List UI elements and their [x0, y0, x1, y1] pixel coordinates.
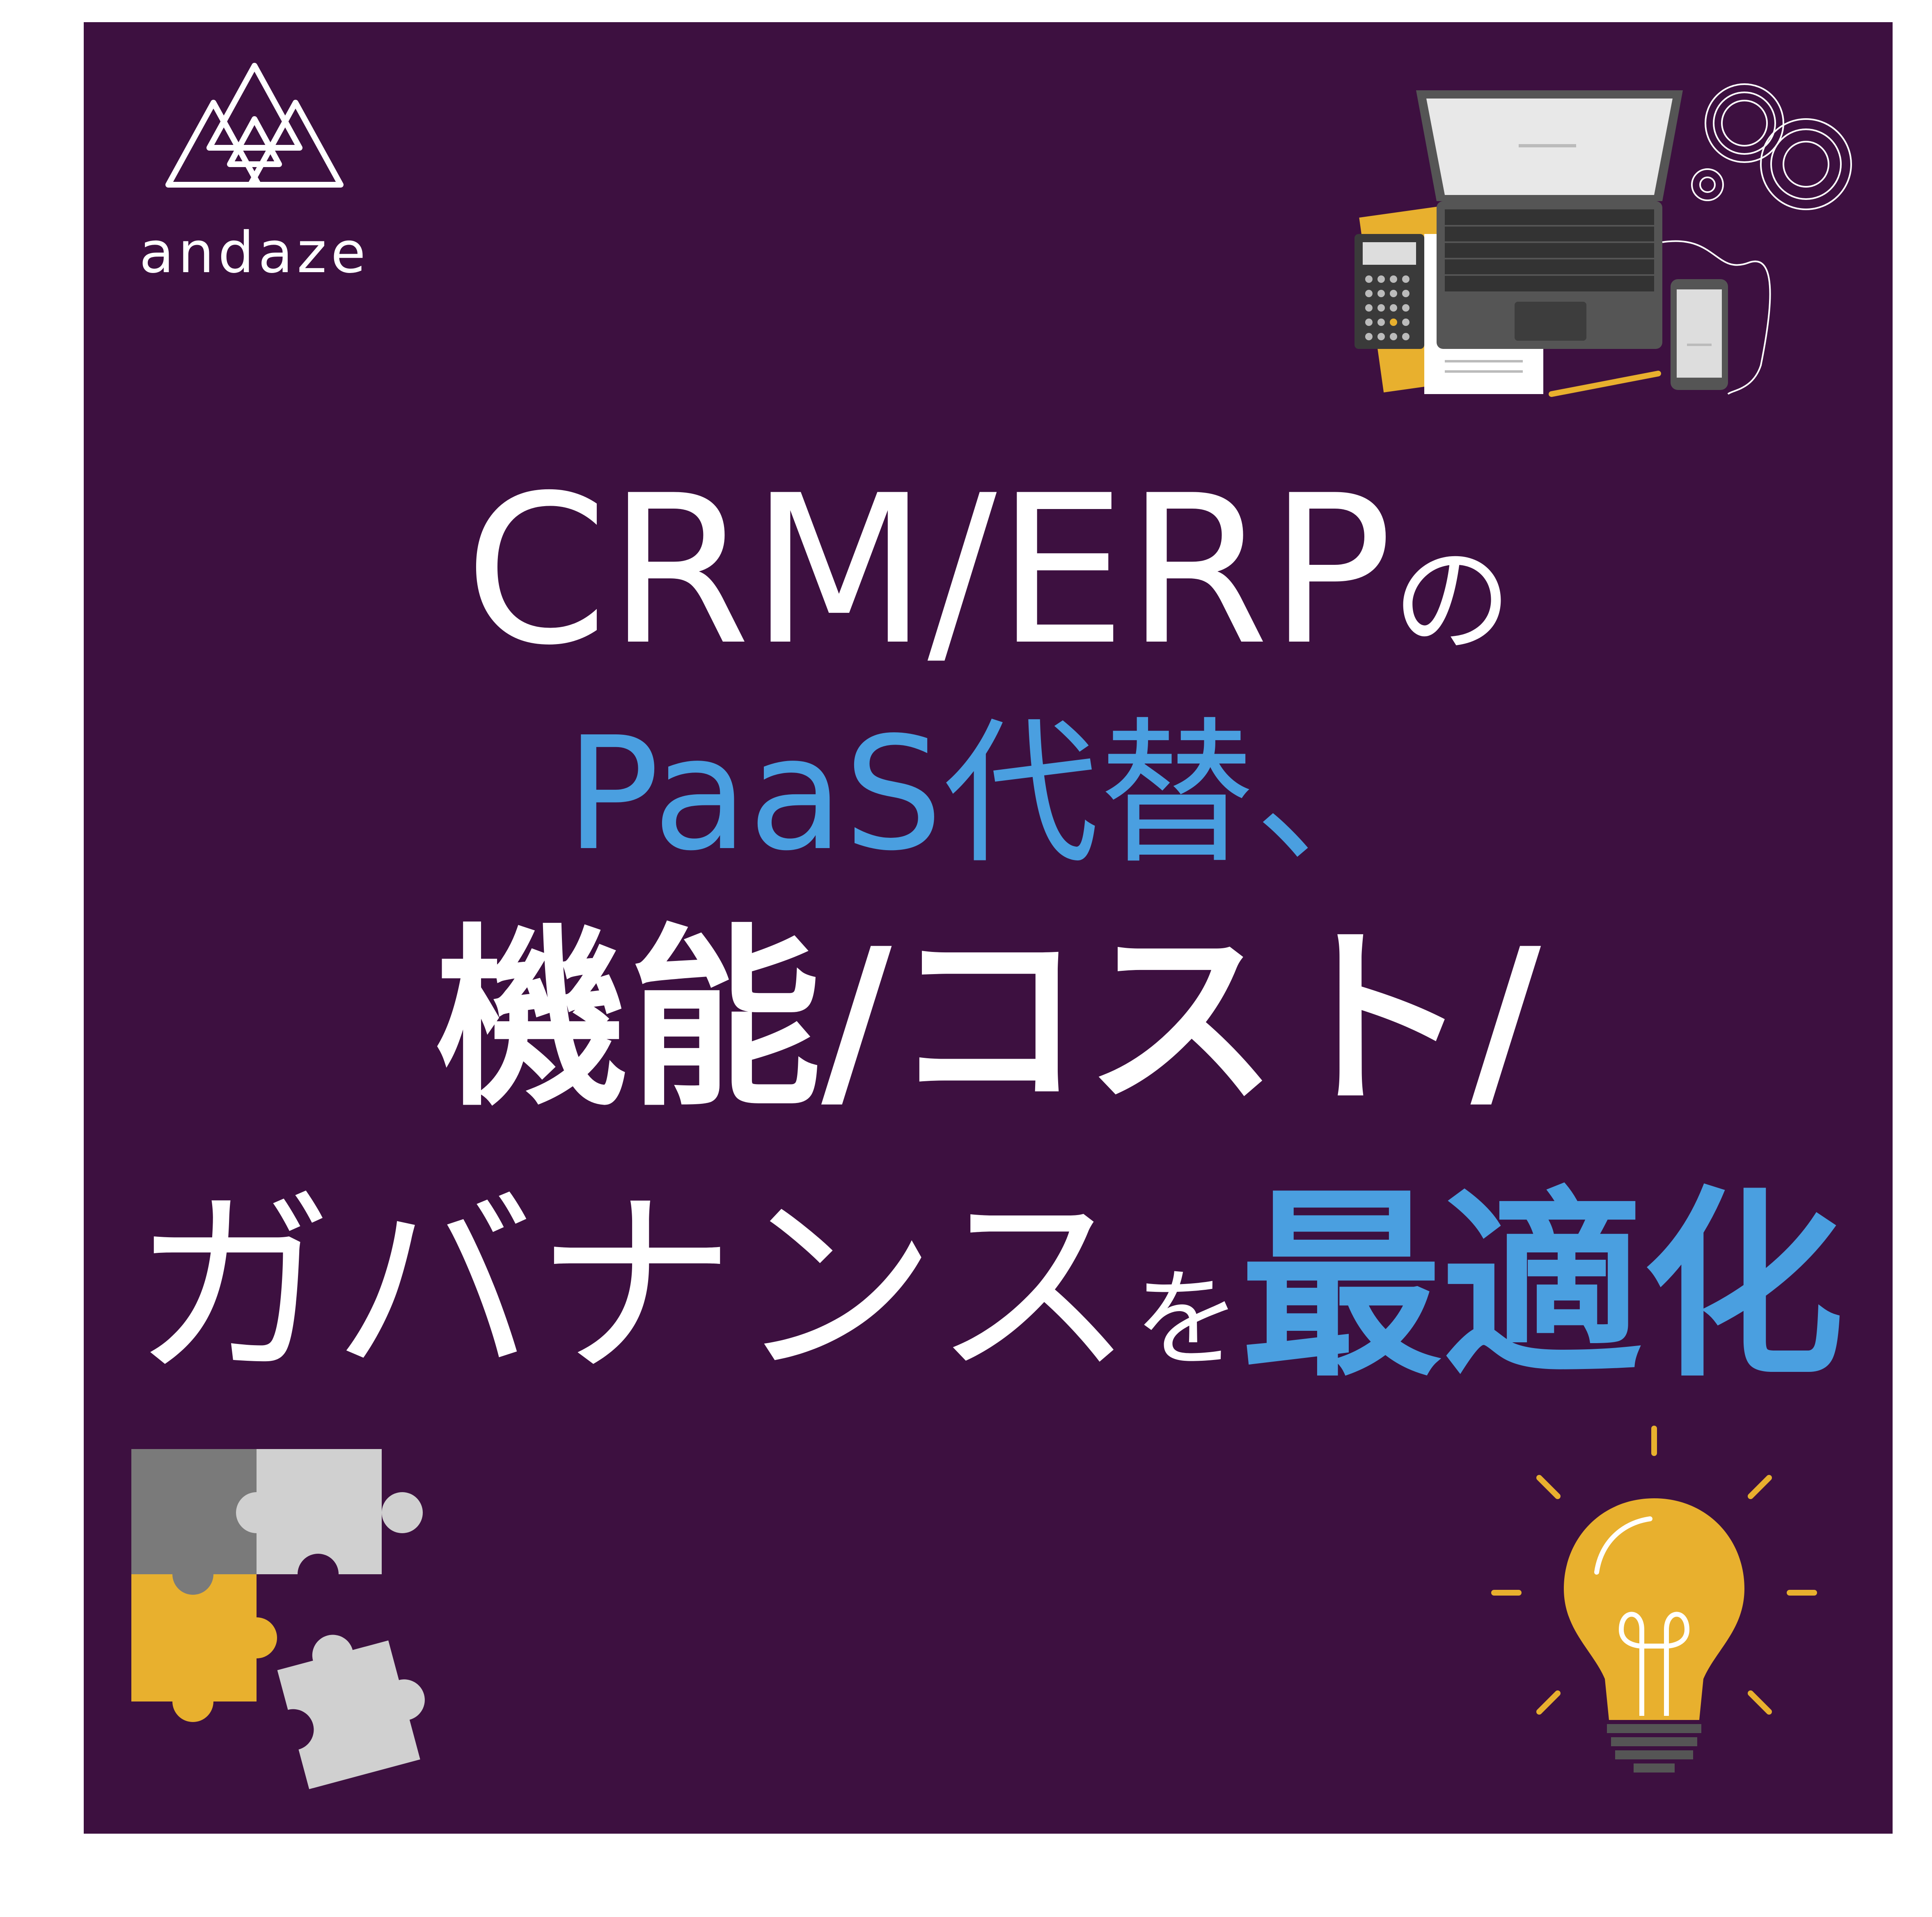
page: andaze CRM/ERPの PaaS代替、 機能/コスト/ ガバナンスを最適… [0, 0, 1932, 1917]
brand-name: andaze [139, 220, 370, 286]
headline-line-2: PaaS代替、 [565, 703, 1411, 885]
headline-line-1: CRM/ERPの [84, 468, 1893, 673]
headline-particle-wo: を [1134, 1258, 1241, 1382]
puzzle-pieces-icon [131, 1449, 425, 1789]
headline-crm-erp: CRM/ERP [464, 451, 1393, 690]
lightbulb-icon [1491, 1426, 1817, 1773]
headline-line-3: 機能/コスト/ [435, 908, 1541, 1132]
headline-line-4: ガバナンスを最適化 [84, 1186, 1893, 1387]
headline-governance: ガバナンス [132, 1169, 1134, 1404]
laptop-desk-icon [1354, 83, 1852, 397]
headline-particle-no: の [1393, 532, 1512, 670]
triangle-knot-logo-icon [165, 63, 344, 188]
headline-optimize: 最適化 [1240, 1169, 1844, 1404]
brand-logo: andaze [111, 57, 398, 304]
